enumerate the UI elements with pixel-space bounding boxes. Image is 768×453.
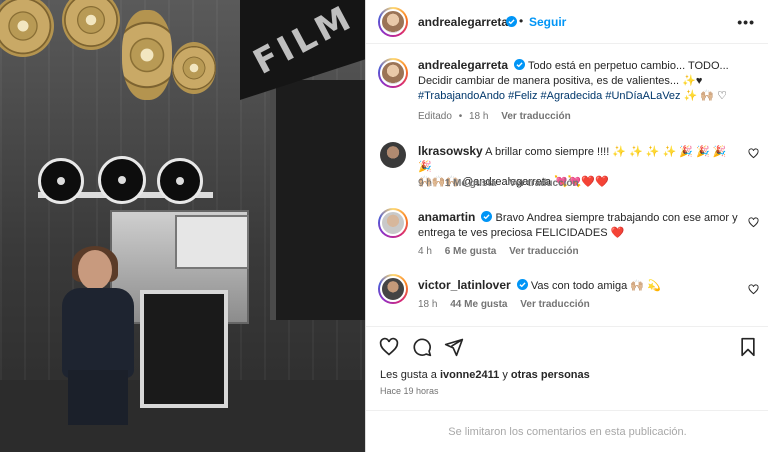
- photo-person-head: [78, 250, 112, 290]
- comment-likes[interactable]: 6 Me gusta: [445, 246, 497, 257]
- comment-age[interactable]: 18 h: [418, 299, 437, 310]
- like-heart-icon[interactable]: [748, 217, 759, 228]
- caption-username[interactable]: andrealegarreta: [418, 58, 508, 72]
- like-heart-icon[interactable]: [748, 284, 759, 295]
- caption-hashtags[interactable]: #TrabajandoAndo #Feliz #Agradecida #UnDí…: [418, 90, 681, 102]
- verified-badge-icon: [481, 211, 493, 222]
- post-timestamp[interactable]: Hace 19 horas: [380, 386, 439, 396]
- comment-line-1: Vas con todo amiga 🙌🏼 💫: [530, 280, 661, 292]
- likes-prefix: Les gusta a: [380, 369, 437, 381]
- post-sidebar: andrealegarreta • Seguir ••• andrealegar…: [365, 0, 768, 452]
- see-translation-link[interactable]: Ver traducción: [520, 299, 589, 310]
- more-horizontal-icon[interactable]: •••: [737, 14, 755, 30]
- bookmark-icon[interactable]: [738, 337, 758, 357]
- caption-line-2: Decidir cambiar de manera positiva, es d…: [418, 75, 703, 87]
- verified-badge-icon: [514, 59, 526, 70]
- comment-likes[interactable]: 44 Me gusta: [450, 299, 507, 310]
- caption-age[interactable]: 18 h: [469, 111, 488, 122]
- author-avatar[interactable]: [378, 7, 408, 37]
- photo-gold-reel: [172, 42, 216, 94]
- post-photo[interactable]: FILM: [0, 0, 365, 452]
- caption-emoji: ✨ 🙌🏼 ♡: [683, 90, 727, 102]
- comment-username[interactable]: anamartin: [418, 210, 475, 224]
- photo-gold-reel: [122, 10, 172, 100]
- likes-others[interactable]: otras personas: [511, 369, 590, 381]
- follow-button[interactable]: Seguir: [529, 15, 566, 29]
- like-heart-icon[interactable]: [748, 148, 759, 159]
- comment-text: victor_latinlover Vas con todo amiga 🙌🏼 …: [418, 278, 740, 294]
- photo-person-body: [62, 288, 134, 378]
- caption-line-1: Todo está en perpetuo cambio... TODO...: [527, 60, 729, 72]
- comment-text: anamartin Bravo Andrea siempre trabajand…: [418, 210, 740, 241]
- comment-username[interactable]: victor_latinlover: [418, 278, 511, 292]
- comment-meta: 9 h 1 Me gusta Ver traducción: [418, 178, 589, 189]
- separator-dot: •: [458, 111, 463, 122]
- likes-user[interactable]: ivonne2411: [440, 369, 499, 381]
- photo-directors-chair: [140, 290, 228, 408]
- commenter-avatar[interactable]: [378, 274, 408, 304]
- see-translation-link[interactable]: Ver traducción: [509, 246, 578, 257]
- comment-age[interactable]: 9 h: [418, 178, 432, 189]
- like-heart-icon[interactable]: [379, 337, 399, 357]
- photo-film-reel: [98, 156, 146, 204]
- caption-author-avatar[interactable]: [378, 58, 408, 88]
- post-actions: [366, 326, 768, 366]
- comment-meta: 4 h 6 Me gusta Ver traducción: [418, 246, 589, 257]
- caption-meta: Editado • 18 h Ver traducción: [418, 111, 581, 122]
- verified-badge-icon: [506, 16, 517, 27]
- commenter-avatar[interactable]: [378, 208, 408, 238]
- comments-scroll[interactable]: andrealegarreta Todo está en perpetuo ca…: [366, 44, 768, 326]
- edited-label: Editado: [418, 111, 452, 122]
- photo-film-reel: [157, 158, 203, 204]
- caption-text: andrealegarreta Todo está en perpetuo ca…: [418, 58, 758, 104]
- photo-person: [58, 246, 138, 425]
- verified-badge-icon: [516, 279, 528, 290]
- comments-limited-notice: Se limitaron los comentarios en esta pub…: [366, 410, 768, 452]
- post-header: andrealegarreta • Seguir •••: [366, 0, 768, 44]
- comment-meta: 18 h 44 Me gusta Ver traducción: [418, 299, 600, 310]
- comment-likes[interactable]: 1 Me gusta: [445, 178, 497, 189]
- commenter-avatar[interactable]: [380, 142, 406, 168]
- see-translation-link[interactable]: Ver traducción: [509, 178, 578, 189]
- comment-username[interactable]: lkrasowsky: [418, 144, 483, 158]
- photo-film-reel: [38, 158, 84, 204]
- photo-projector-head: [175, 215, 249, 269]
- author-username[interactable]: andrealegarreta: [418, 15, 508, 29]
- likes-summary: Les gusta a ivonne2411 y otras personas: [380, 369, 590, 381]
- comment-line-2: entrega te ves preciosa FELICIDADES ❤️: [418, 227, 625, 239]
- photo-window: [270, 80, 365, 320]
- likes-join: y: [502, 369, 508, 381]
- share-send-icon[interactable]: [444, 337, 464, 357]
- comment-line-1: Bravo Andrea siempre trabajando con ese …: [495, 212, 738, 224]
- comment-bubble-icon[interactable]: [412, 337, 432, 357]
- comment-age[interactable]: 4 h: [418, 246, 432, 257]
- separator-dot: •: [519, 14, 524, 28]
- see-translation-link[interactable]: Ver traducción: [501, 111, 570, 122]
- photo-person-legs: [68, 370, 128, 425]
